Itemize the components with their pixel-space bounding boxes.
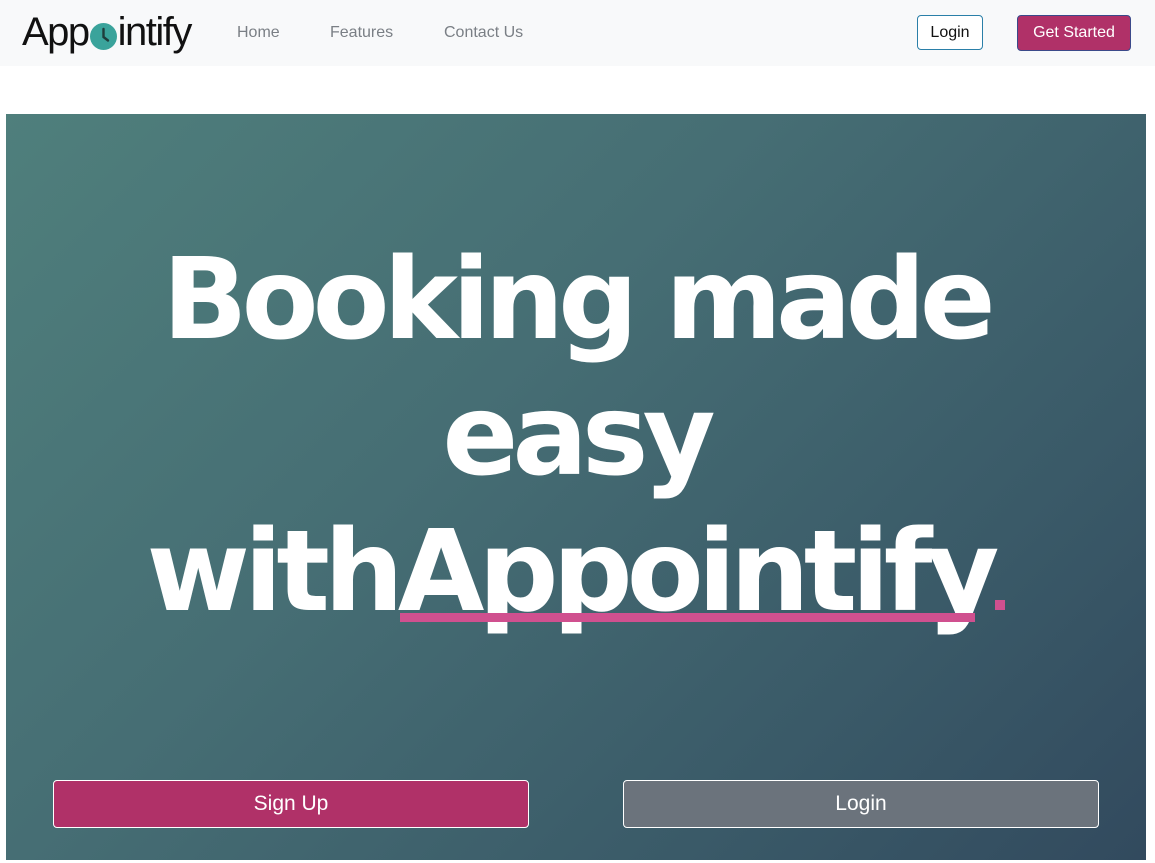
brand-text-suffix: intify: [117, 9, 193, 54]
brand-logo[interactable]: App intify: [22, 9, 193, 55]
hero-login-button[interactable]: Login: [623, 780, 1099, 828]
headline-with-text: with: [146, 507, 404, 637]
hero-section: Booking made easy withAppointify Sign Up…: [6, 114, 1146, 860]
nav-link-home[interactable]: Home: [237, 23, 280, 43]
sign-up-button[interactable]: Sign Up: [53, 780, 529, 828]
brand-period-dot: [995, 600, 1006, 610]
headline-line-2: easy: [442, 371, 715, 501]
get-started-button[interactable]: Get Started: [1017, 15, 1131, 51]
nav-login-button[interactable]: Login: [917, 15, 983, 50]
headline-brand-word: Appointify: [398, 504, 1000, 640]
headline-line-1: Booking made: [162, 235, 995, 365]
brand-text-prefix: App: [22, 9, 90, 54]
brand-underline: [399, 613, 976, 622]
clock-icon: [89, 23, 117, 50]
navbar: App intify Home Features Contact Us Logi…: [0, 0, 1155, 66]
hero-headline: Booking made easy withAppointify: [6, 232, 1146, 640]
nav-link-contact-us[interactable]: Contact Us: [444, 23, 523, 43]
headline-line-3: withAppointify: [6, 504, 1146, 640]
nav-link-features[interactable]: Features: [330, 23, 393, 43]
